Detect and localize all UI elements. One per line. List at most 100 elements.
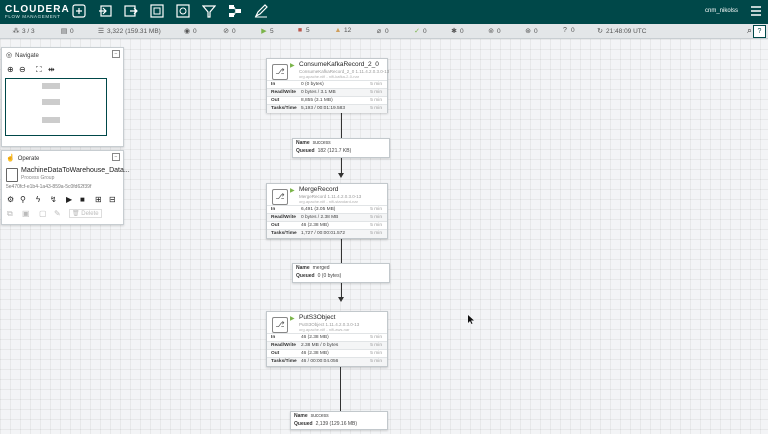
- running-icon: ▶: [261, 28, 267, 35]
- navigate-title: Navigate: [15, 53, 39, 59]
- up-to-date-status: ✓ 0: [414, 28, 427, 35]
- navigate-panel: ◎ Navigate − ⊕ ⊖ ⛶ ⇹: [1, 47, 124, 147]
- threads-icon: ▤: [60, 28, 68, 35]
- processor-bundle: org.apache.nifi - nifi-kafka-2-0-nar: [299, 74, 360, 79]
- connection-label-success[interactable]: Name success Queued 2,139 (129.16 MB): [290, 411, 388, 430]
- fit-icon[interactable]: ⛶: [36, 65, 42, 75]
- delete-button[interactable]: 🗑 Delete: [69, 209, 102, 218]
- modified-stale-icon: ⊛: [525, 28, 531, 35]
- modified-icon: ✱: [451, 28, 457, 35]
- stat-row-tasks: Tasks/Time 5,193 / 00:01:19.583 5 min: [267, 104, 387, 113]
- stale-status: ⊚ 0: [488, 28, 501, 35]
- warning-icon: ▲: [334, 27, 342, 34]
- invalid-status: ▲ 12: [334, 27, 352, 34]
- running-icon: ▶: [290, 188, 295, 194]
- status-bar: ⁂ 3 / 3 ▤ 0 ☰ 3,322 (159.31 MB) ◉ 0 ⊘ 0 ▶ 5 ■ 5…: [0, 24, 768, 39]
- stopped-icon: ■: [297, 27, 303, 34]
- connection-line[interactable]: [340, 365, 341, 411]
- hand-icon: ☝: [6, 155, 15, 162]
- not-transmitting-status: ⊘ 0: [223, 28, 236, 35]
- processor-icon: ⎇: [272, 189, 288, 205]
- stopped-status: ■ 5: [297, 27, 310, 34]
- processor-icon[interactable]: [72, 4, 86, 18]
- connection-label-merged[interactable]: Name merged Queued 0 (0 bytes): [292, 263, 390, 283]
- cluster-icon: ⁂: [12, 28, 20, 35]
- trash-icon: 🗑: [72, 211, 80, 217]
- zoom-out-icon[interactable]: ⊖: [19, 65, 26, 74]
- stat-row-tasks: Tasks/Time 1,727 / 00:00:01.572 5 min: [267, 229, 387, 238]
- locally-modified-status: ✱ 0: [451, 28, 464, 35]
- disabled-icon: ⌀: [376, 28, 382, 35]
- upload-template-icon[interactable]: ⊟: [109, 195, 116, 204]
- modified-stale-status: ⊛ 0: [525, 28, 538, 35]
- processor-icon: ⎇: [272, 317, 288, 333]
- color-icon[interactable]: ✎: [54, 209, 61, 218]
- help-icon[interactable]: ?: [753, 25, 766, 38]
- template-icon[interactable]: [228, 4, 242, 18]
- remote-process-group-icon[interactable]: [176, 4, 190, 18]
- actual-size-icon[interactable]: ⇹: [48, 65, 55, 74]
- active-threads-status: ▤ 0: [60, 28, 74, 35]
- stat-row-tasks: Tasks/Time 46 / 00:00:04.056 5 min: [267, 357, 387, 366]
- not-transmitting-icon: ⊘: [223, 28, 229, 35]
- processor-bundle: org.apache.nifi - nifi-standard-nar: [299, 199, 358, 204]
- create-template-icon[interactable]: ⊞: [95, 195, 102, 204]
- stop-icon[interactable]: ■: [80, 195, 85, 204]
- enable-icon[interactable]: ϟ: [36, 195, 40, 204]
- birdseye-view[interactable]: [5, 78, 107, 136]
- label-icon[interactable]: [254, 4, 268, 18]
- arrow-icon: [338, 173, 344, 178]
- transmitting-icon: ◉: [183, 28, 191, 35]
- clusters-status: ⁂ 3 / 3: [12, 28, 35, 35]
- connection-label-success[interactable]: Name success Queued 182 (121.7 KB): [292, 138, 390, 158]
- copy-icon[interactable]: ⧉: [7, 209, 13, 219]
- disable-icon[interactable]: ↯: [50, 195, 57, 204]
- output-port-icon[interactable]: [124, 4, 138, 18]
- sync-failure-icon: ?: [563, 27, 567, 34]
- refresh-icon: ↻: [597, 28, 603, 35]
- processor-bundle: org.apache.nifi - nifi-aws-nar: [299, 327, 350, 332]
- minimize-icon[interactable]: −: [112, 50, 120, 58]
- check-icon: ✓: [414, 28, 420, 35]
- input-port-icon[interactable]: [98, 4, 112, 18]
- funnel-icon[interactable]: [201, 4, 217, 18]
- arrow-icon: [338, 297, 344, 302]
- process-group-icon: [6, 168, 18, 182]
- configure-icon[interactable]: ⚙: [7, 195, 14, 204]
- search-icon[interactable]: ⌕: [747, 25, 752, 36]
- mouse-cursor-icon: [468, 311, 474, 329]
- running-icon: ▶: [290, 316, 295, 322]
- process-group-icon[interactable]: [150, 4, 164, 18]
- selection-id: 5e470fcf-e1b4-1a43-859a-5c0fd62f39f: [6, 184, 92, 190]
- stale-icon: ⊚: [488, 28, 494, 35]
- processor-name: MergeRecord: [299, 186, 339, 193]
- birdseye-component: [42, 99, 60, 105]
- flow-canvas[interactable]: ◎ Navigate − ⊕ ⊖ ⛶ ⇹ ☝ Operate − MachineDa…: [0, 39, 768, 434]
- current-user[interactable]: cnm_nikolss: [705, 8, 738, 14]
- operate-title: Operate: [17, 156, 40, 162]
- logo-subtitle: FLOW MANAGEMENT: [5, 14, 61, 19]
- group-icon[interactable]: ▢: [39, 209, 47, 218]
- birdseye-component: [42, 117, 60, 123]
- processor-put-s3-object[interactable]: ⎇ ▶ PutS3Object PutS3Object 1.11.4.2.0.3…: [266, 311, 388, 367]
- start-icon[interactable]: ▶: [66, 195, 72, 204]
- processor-name: ConsumeKafkaRecord_2_0: [299, 61, 379, 68]
- running-icon: ▶: [290, 63, 295, 69]
- processor-merge-record[interactable]: ⎇ ▶ MergeRecord MergeRecord 1.11.4.2.0.3…: [266, 183, 388, 239]
- top-header: CLOUDERA FLOW MANAGEMENT cnm_nikolss: [0, 0, 768, 24]
- global-menu-icon[interactable]: [749, 4, 763, 18]
- transmitting-status: ◉ 0: [183, 28, 197, 35]
- selection-type: Process Group: [21, 175, 55, 181]
- queued-status: ☰ 3,322 (159.31 MB): [97, 28, 161, 35]
- variables-icon[interactable]: ⚲: [20, 195, 26, 204]
- processor-icon: ⎇: [272, 64, 288, 80]
- operate-panel: ☝ Operate − MachineDataToWarehouse_Data..…: [1, 150, 130, 225]
- disabled-status: ⌀ 0: [376, 28, 389, 35]
- zoom-in-icon[interactable]: ⊕: [7, 65, 14, 74]
- processor-name: PutS3Object: [299, 314, 336, 321]
- paste-icon[interactable]: ▣: [22, 209, 30, 218]
- compass-icon: ◎: [6, 52, 13, 59]
- processor-consume-kafka[interactable]: ⎇ ▶ ConsumeKafkaRecord_2_0 ConsumeKafkaR…: [266, 58, 389, 113]
- minimize-icon[interactable]: −: [112, 153, 120, 161]
- birdseye-component: [42, 83, 60, 89]
